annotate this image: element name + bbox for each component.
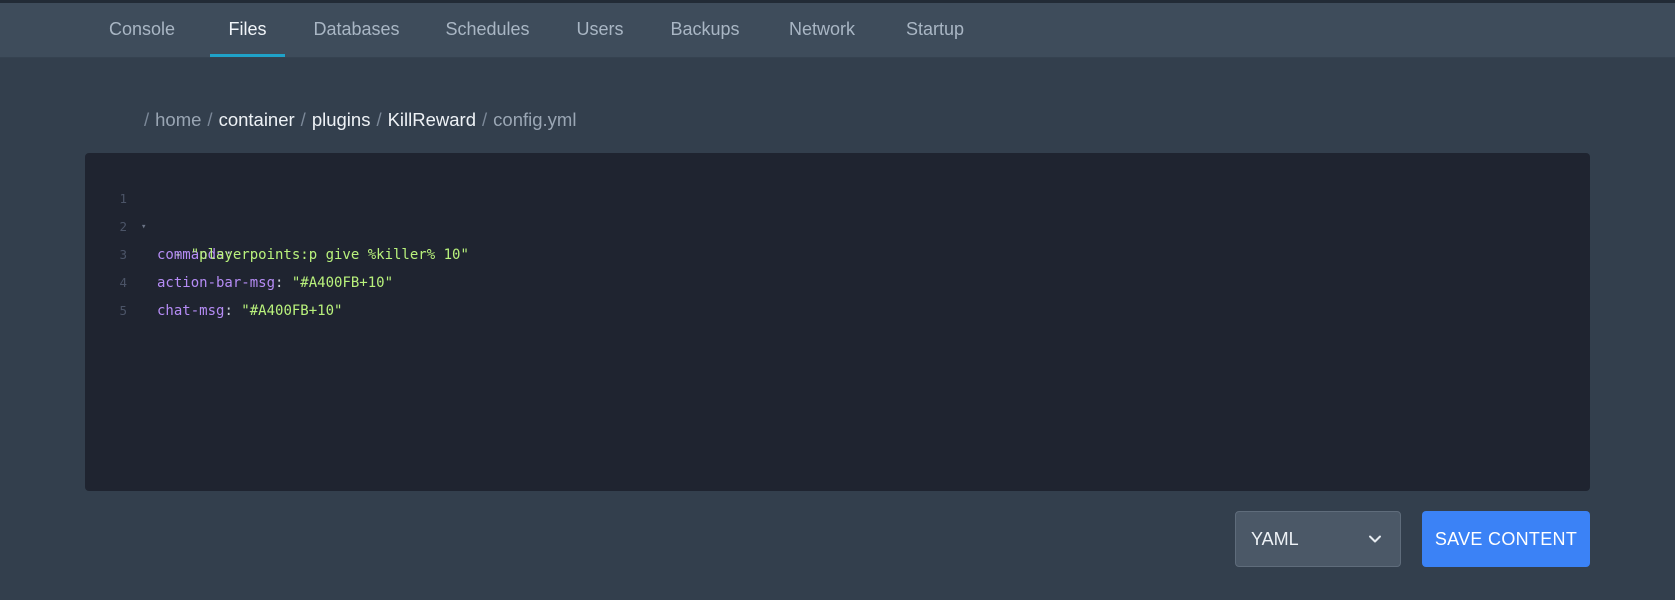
tab-network[interactable]: Network [785,3,859,57]
breadcrumb-separator: / [482,109,488,130]
breadcrumb-separator: / [376,109,382,130]
editor-line: 2 - "playerpoints:p give %killer% 10" [85,185,1590,263]
active-tab-indicator [210,54,285,57]
tab-files[interactable]: Files [210,3,285,57]
editor-line: 4 chat-msg: "#A400FB+10" [85,241,1590,319]
breadcrumb-separator: / [144,109,150,130]
breadcrumb-home: home [155,109,202,130]
editor-line: 1 ▾ commands: [85,157,1590,263]
breadcrumb-separator: / [300,109,306,130]
breadcrumb: / home / container / plugins / KillReward / confi… [144,107,576,133]
yaml-string: "#A400FB+10" [241,303,343,319]
tab-users[interactable]: Users [575,3,625,57]
chevron-down-icon [1369,535,1381,543]
tab-databases[interactable]: Databases [313,3,400,57]
language-select[interactable]: YAML [1235,511,1401,567]
breadcrumb-killreward[interactable]: KillReward [388,109,476,130]
save-content-button[interactable]: SAVE CONTENT [1422,511,1590,567]
yaml-colon: : [224,303,242,319]
editor-line: 5 [85,269,1590,318]
tab-backups[interactable]: Backups [669,3,741,57]
server-nav-bar: Console Files Databases Schedules Users … [0,3,1675,58]
tab-console[interactable]: Console [106,3,178,57]
breadcrumb-plugins[interactable]: plugins [312,109,371,130]
breadcrumb-current-file: config.yml [493,109,577,130]
breadcrumb-container[interactable]: container [219,109,295,130]
editor-line: 3 action-bar-msg: "#A400FB+10" [85,213,1590,291]
line-number: 5 [119,303,127,318]
code-text: chat-msg: "#A400FB+10" [157,297,342,325]
yaml-key: chat-msg [157,303,225,319]
tab-startup[interactable]: Startup [903,3,967,57]
code-editor[interactable]: 1 ▾ commands: 2 - "playerpoints:p give %… [85,153,1590,491]
tab-schedules[interactable]: Schedules [444,3,531,57]
language-select-value: YAML [1251,529,1299,549]
breadcrumb-separator: / [207,109,213,130]
